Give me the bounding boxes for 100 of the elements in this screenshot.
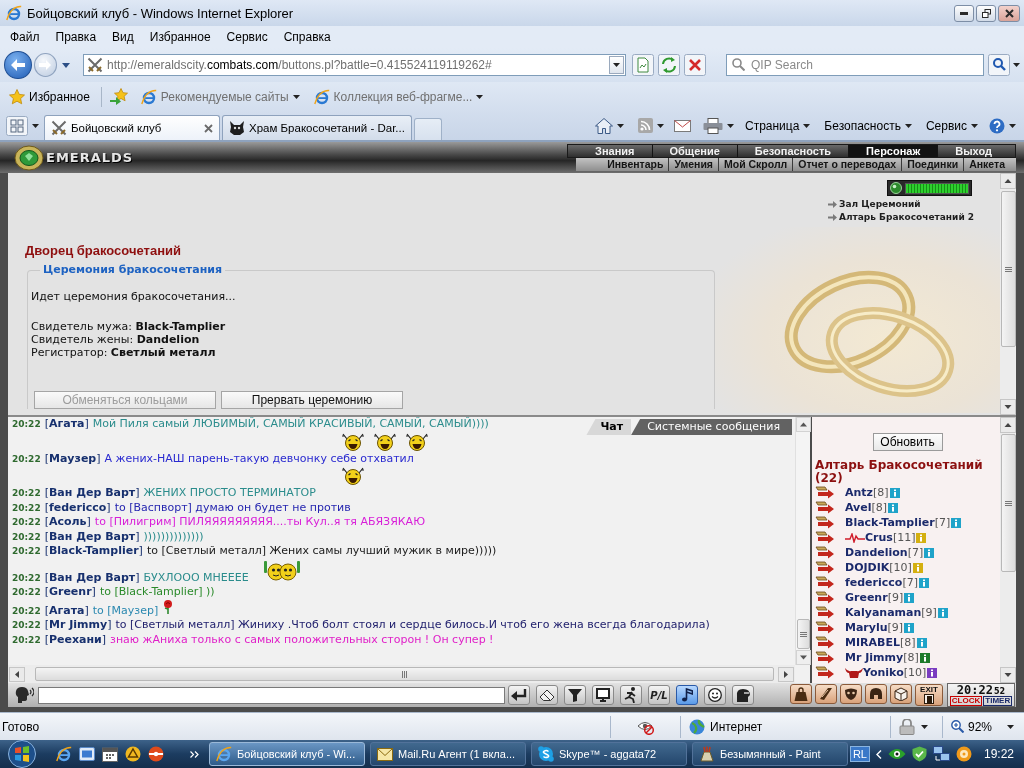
user-name[interactable]: Kalyanaman — [845, 606, 922, 619]
taskbar-button[interactable]: Безымянный - Paint — [692, 742, 848, 766]
calendar-icon[interactable] — [102, 746, 118, 762]
info-icon[interactable] — [889, 487, 900, 498]
sub-menu-link[interactable]: Отчет о переводах — [792, 158, 902, 171]
head-button[interactable] — [732, 685, 754, 705]
main-menu-item[interactable]: Общение — [651, 145, 737, 157]
scroll-thumb[interactable] — [35, 667, 774, 681]
message-author[interactable]: [federicco] — [44, 500, 111, 514]
info-icon[interactable] — [919, 652, 930, 663]
caret-icon[interactable] — [726, 123, 734, 128]
language-indicator[interactable]: RL — [849, 746, 870, 762]
location-link[interactable]: Зал Церемоний — [839, 198, 921, 211]
smileys-button[interactable] — [704, 685, 726, 705]
mask-button[interactable] — [840, 684, 862, 704]
action-button[interactable]: Прервать церемонию — [221, 391, 403, 409]
browser-tab[interactable]: Храм Бракосочетаний - Dar... — [222, 115, 412, 140]
shield-icon[interactable] — [911, 746, 927, 762]
helmet-button[interactable] — [865, 684, 887, 704]
chat-tab[interactable]: Чат — [586, 419, 632, 435]
message-author[interactable]: [Ван Дер Варт] — [44, 529, 140, 543]
message-author[interactable]: [Асоль] — [44, 515, 91, 528]
user-name[interactable]: Black-Tamplier — [845, 516, 935, 529]
user-name[interactable]: Dandelion — [845, 546, 908, 559]
caret-icon[interactable] — [656, 123, 664, 128]
scroll-down-icon[interactable] — [1000, 667, 1016, 683]
chat-tab[interactable]: Системные сообщения — [631, 419, 792, 435]
sub-menu-link[interactable]: Умения — [668, 158, 718, 171]
user-name[interactable]: Avel — [845, 501, 872, 514]
caret-icon[interactable] — [1009, 123, 1016, 128]
user-name[interactable]: Crus — [865, 531, 893, 544]
user-name[interactable]: MIRABEL — [845, 636, 900, 649]
scroll-down-icon[interactable] — [1000, 399, 1016, 415]
letter-arrow-icon[interactable] — [815, 486, 835, 499]
menu-item[interactable]: Избранное — [141, 28, 219, 46]
sub-menu-link[interactable]: Анкета — [963, 158, 1010, 171]
menu-item[interactable]: Сервис — [218, 28, 276, 46]
horizontal-scrollbar[interactable] — [8, 665, 795, 683]
address-field[interactable]: http://emeraldscity.combats.com/buttons.pl?battle=0.415524119119262# — [83, 54, 626, 76]
taskbar-clock[interactable]: 19:22 — [983, 747, 1014, 761]
message-author[interactable]: [Mr Jimmy] — [44, 618, 112, 631]
zoom-button[interactable]: 92% — [951, 719, 993, 734]
monitor-button[interactable] — [592, 685, 614, 705]
address-dropdown-button[interactable] — [609, 56, 624, 74]
letter-arrow-icon[interactable] — [815, 666, 835, 679]
taskbar-button[interactable]: Skype™ - aggata72 — [531, 742, 687, 766]
letter-arrow-icon[interactable] — [815, 591, 835, 604]
vertical-scrollbar[interactable] — [795, 417, 810, 665]
user-name[interactable]: Mr Jimmy — [845, 651, 904, 664]
main-menu-item[interactable]: Персонаж — [848, 145, 938, 157]
message-author[interactable]: [Агата] — [44, 603, 89, 617]
letter-arrow-icon[interactable] — [815, 546, 835, 559]
caret-icon[interactable] — [616, 123, 624, 128]
close-icon[interactable] — [204, 123, 213, 133]
letter-arrow-icon[interactable] — [815, 651, 835, 664]
scroll-up-icon[interactable] — [1000, 417, 1016, 433]
pl-button[interactable]: P/L — [648, 685, 670, 705]
clock-mode-tab[interactable]: CLOCK — [949, 696, 983, 706]
disc-icon[interactable] — [955, 746, 972, 762]
lock-icon[interactable] — [899, 718, 916, 735]
message-author[interactable]: [Greenr] — [44, 585, 96, 598]
refresh-icon[interactable] — [658, 54, 680, 76]
sound-button[interactable] — [676, 685, 698, 705]
sub-menu-link[interactable]: Мой Скролл — [718, 158, 793, 171]
letter-arrow-icon[interactable] — [815, 621, 835, 634]
message-author[interactable]: [Ван Дер Варт] — [44, 570, 140, 584]
runner-button[interactable] — [620, 685, 642, 705]
message-author[interactable]: [Агата] — [44, 417, 89, 430]
menu-item[interactable]: Вид — [104, 28, 142, 46]
menu-item[interactable]: Правка — [47, 28, 105, 46]
scroll-thumb[interactable] — [1000, 434, 1016, 572]
info-icon[interactable] — [888, 502, 899, 513]
computers-icon[interactable] — [932, 746, 950, 762]
taskbar-button[interactable]: Mail.Ru Агент (1 вкла... — [370, 742, 526, 766]
command-button[interactable]: Сервис — [922, 116, 981, 135]
user-name[interactable]: Marylu — [845, 621, 888, 634]
info-icon[interactable] — [951, 517, 962, 528]
search-icon[interactable] — [988, 54, 1010, 76]
stop-icon[interactable] — [684, 54, 706, 76]
minimize-button[interactable] — [954, 4, 974, 22]
menu-item[interactable]: Файл — [2, 28, 48, 46]
message-author[interactable]: [Маузер] — [44, 451, 101, 465]
scroll-right-icon[interactable] — [778, 666, 794, 682]
double-chevron-icon[interactable] — [190, 750, 199, 758]
caret-icon[interactable] — [62, 62, 71, 68]
send-button[interactable] — [508, 685, 530, 705]
info-icon[interactable] — [924, 547, 935, 558]
refresh-button[interactable]: Обновить — [872, 433, 943, 451]
favorites-link[interactable]: Рекомендуемые сайты — [137, 86, 303, 107]
info-icon[interactable] — [904, 622, 915, 633]
main-menu-item[interactable]: Знания — [578, 145, 652, 157]
vertical-scrollbar[interactable] — [1000, 417, 1016, 683]
sub-menu-link[interactable]: Поединки — [901, 158, 964, 171]
window-icon[interactable] — [79, 746, 95, 762]
ball-icon[interactable] — [148, 746, 164, 762]
sub-menu-link[interactable]: Инвентарь — [602, 158, 669, 171]
command-button[interactable]: Безопасность — [821, 116, 915, 135]
box-button[interactable] — [890, 684, 912, 704]
caret-icon[interactable] — [1013, 63, 1020, 67]
star-arrow-icon[interactable] — [109, 88, 130, 105]
